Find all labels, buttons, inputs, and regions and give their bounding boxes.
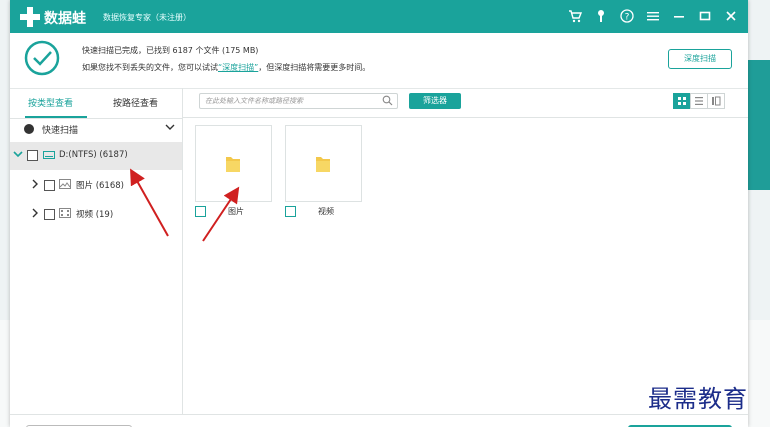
folder-tile-images[interactable]: [195, 125, 272, 202]
list-view-icon[interactable]: [690, 93, 708, 109]
video-icon: [59, 208, 71, 218]
content-divider: [183, 117, 748, 118]
quick-scan-row[interactable]: 快速扫描: [10, 118, 182, 140]
logo-cross-icon: [20, 7, 40, 27]
image-icon: [59, 179, 71, 189]
folder-icon: [226, 157, 240, 172]
window-controls: ?: [568, 9, 738, 23]
watermark-text: 最需教育: [648, 385, 748, 413]
folder-tile-videos[interactable]: [285, 125, 362, 202]
deep-scan-hint: 如果您找不到丢失的文件，您可以试试“深度扫描”，但深度扫描将需要更多时间。: [82, 62, 370, 73]
videos-label: 视频 (19): [76, 210, 114, 220]
search-placeholder: 在此处输入文件名称或路径搜索: [205, 97, 303, 105]
scan-result-text: 快速扫描已完成，已找到 6187 个文件 (175 MB): [82, 46, 259, 55]
left-tree-panel: 按类型查看 按路径查看 快速扫描 D:(NTFS) (6187) 图片 (616…: [10, 88, 183, 427]
images-checkbox[interactable]: [44, 180, 55, 191]
search-icon[interactable]: [382, 95, 393, 106]
detail-view-icon[interactable]: [707, 93, 725, 109]
tile-images-checkbox[interactable]: [195, 206, 206, 217]
drive-checkbox[interactable]: [27, 150, 38, 161]
app-window: 数据蛙 数据恢复专家（未注册） ? 快速扫描已完成，已找到 6187 个文件 (…: [10, 0, 748, 427]
title-bar: 数据蛙 数据恢复专家（未注册） ?: [10, 0, 748, 33]
drive-label: D:(NTFS) (6187): [59, 150, 128, 160]
expand-chevron-icon[interactable]: [13, 149, 23, 162]
file-content-area: 在此处输入文件名称或路径搜索 筛选器 图片 视频: [183, 88, 748, 427]
app-subtitle: 数据恢复专家（未注册）: [103, 13, 191, 22]
chevron-down-icon[interactable]: [165, 122, 175, 135]
background-window-edge: [748, 60, 770, 190]
bottom-action-bar: [10, 414, 748, 427]
minimize-icon[interactable]: [672, 9, 686, 23]
tab-by-type[interactable]: 按类型查看: [28, 96, 73, 109]
chevron-right-icon[interactable]: [30, 179, 40, 192]
maximize-icon[interactable]: [698, 9, 712, 23]
filter-button[interactable]: 筛选器: [409, 93, 461, 109]
videos-checkbox[interactable]: [44, 209, 55, 220]
app-brand: 数据蛙: [44, 11, 86, 27]
images-label: 图片 (6168): [76, 181, 124, 191]
deep-scan-button[interactable]: 深度扫描: [668, 49, 732, 69]
chevron-right-icon[interactable]: [30, 208, 40, 221]
deep-scan-hint-pre: 如果您找不到丢失的文件，您可以试试: [82, 63, 218, 72]
tree-item-images[interactable]: 图片 (6168): [10, 176, 182, 194]
scan-status-bar: 快速扫描已完成，已找到 6187 个文件 (175 MB) 如果您找不到丢失的文…: [10, 33, 748, 89]
quick-scan-bullet-icon: [24, 124, 34, 134]
tile-videos-label: 视频: [318, 207, 334, 216]
tab-by-path[interactable]: 按路径查看: [113, 96, 158, 109]
tile-images-label: 图片: [228, 207, 244, 216]
folder-icon: [316, 157, 330, 172]
key-icon[interactable]: [594, 9, 608, 23]
menu-icon[interactable]: [646, 9, 660, 23]
tree-item-drive[interactable]: D:(NTFS) (6187): [10, 142, 182, 170]
deep-scan-link[interactable]: “深度扫描”: [218, 63, 258, 72]
tile-videos-checkbox[interactable]: [285, 206, 296, 217]
search-input[interactable]: 在此处输入文件名称或路径搜索: [199, 93, 398, 109]
view-mode-toggle: [673, 93, 725, 109]
svg-text:?: ?: [625, 13, 630, 23]
quick-scan-label: 快速扫描: [42, 126, 79, 136]
help-icon[interactable]: ?: [620, 9, 634, 23]
drive-icon: [43, 151, 55, 159]
view-tabs: 按类型查看 按路径查看: [10, 88, 182, 119]
cart-icon[interactable]: [568, 9, 583, 23]
scan-complete-check-icon: [24, 40, 60, 76]
tree-item-videos[interactable]: 视频 (19): [10, 205, 182, 223]
deep-scan-hint-post: ，但深度扫描将需要更多时间。: [258, 63, 371, 72]
close-icon[interactable]: [724, 9, 738, 23]
grid-view-icon[interactable]: [673, 93, 691, 109]
